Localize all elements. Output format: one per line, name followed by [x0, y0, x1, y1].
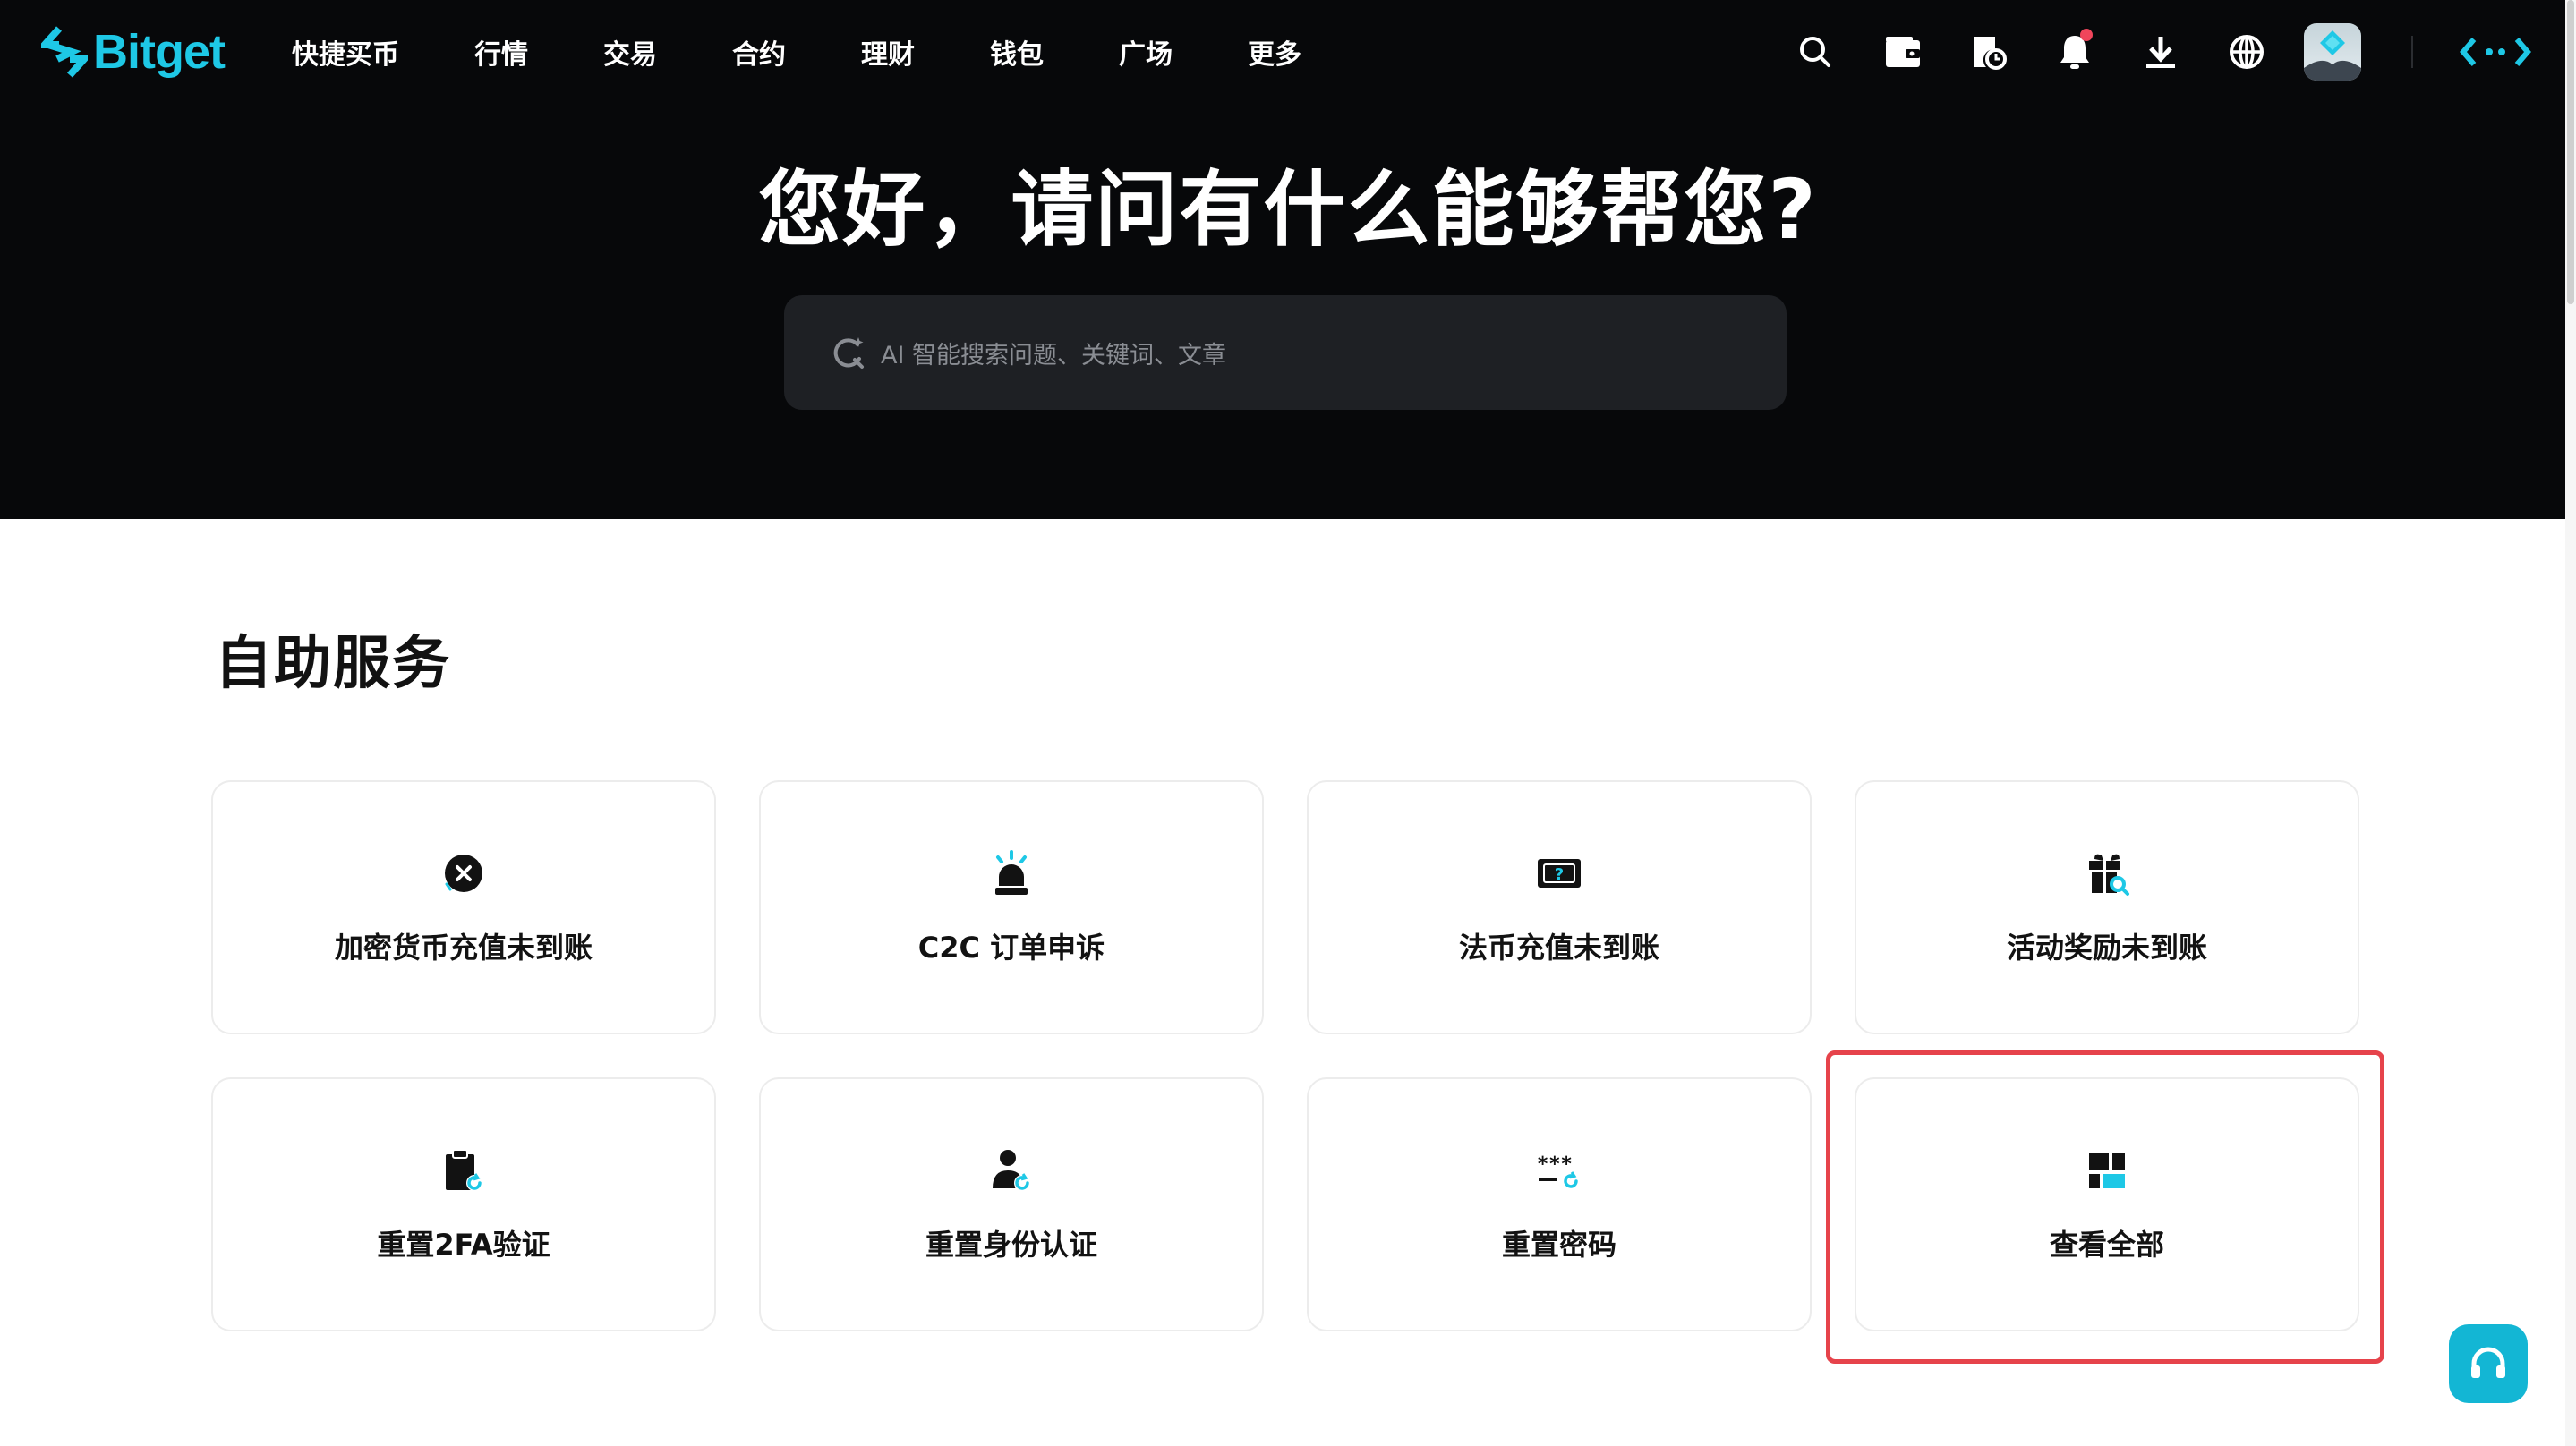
globe-icon[interactable] — [2222, 27, 2272, 77]
search-placeholder: AI 智能搜索问题、关键词、文章 — [881, 341, 1227, 370]
nav-item-wallet[interactable]: 钱包 — [990, 32, 1044, 72]
nav-item-earn[interactable]: 理财 — [861, 32, 915, 72]
card-label: 法币充值未到账 — [1458, 931, 1659, 965]
card-view-all[interactable]: 查看全部 — [1855, 1077, 2359, 1331]
card-label: 查看全部 — [2049, 1228, 2164, 1262]
card-reset-2fa[interactable]: 重置2FA验证 — [211, 1077, 716, 1331]
hero-section: Bitget 快捷买币 行情 交易 合约 理财 钱包 广场 更多 您好，请问有什… — [0, 0, 2576, 519]
card-crypto-deposit-missing[interactable]: 加密货币充值未到账 — [211, 780, 716, 1034]
brand-name: Bitget — [93, 25, 226, 79]
scrollbar-thumb[interactable] — [2567, 0, 2574, 304]
code-icon[interactable] — [2458, 27, 2533, 77]
password-refresh-icon: *** — [1309, 1145, 1810, 1195]
nav-item-trade[interactable]: 交易 — [603, 32, 657, 72]
bell-icon[interactable] — [2050, 27, 2100, 77]
avatar[interactable] — [2304, 23, 2361, 81]
nav-item-quick-buy[interactable]: 快捷买币 — [292, 32, 399, 72]
section-title-self-service: 自助服务 — [215, 631, 451, 697]
wallet-icon[interactable] — [1878, 27, 1928, 77]
top-navbar: Bitget 快捷买币 行情 交易 合约 理财 钱包 广场 更多 — [0, 0, 2576, 104]
headset-icon — [2471, 1347, 2505, 1378]
nav-divider — [2411, 36, 2413, 68]
close-circle-icon — [213, 848, 714, 898]
card-label: 重置身份认证 — [925, 1228, 1097, 1262]
gift-search-icon — [1856, 848, 2358, 898]
nav-item-square[interactable]: 广场 — [1119, 32, 1173, 72]
svg-text:***: *** — [1537, 1153, 1573, 1176]
person-refresh-icon — [761, 1145, 1262, 1195]
orders-icon[interactable] — [1964, 27, 2014, 77]
card-label: 重置2FA验证 — [377, 1228, 550, 1262]
nav-item-more[interactable]: 更多 — [1248, 32, 1301, 72]
main-nav: 快捷买币 行情 交易 合约 理财 钱包 广场 更多 — [292, 30, 1301, 73]
card-label: C2C 订单申诉 — [917, 931, 1105, 965]
notification-dot — [2080, 29, 2093, 41]
card-reward-missing[interactable]: 活动奖励未到账 — [1855, 780, 2359, 1034]
card-label: 活动奖励未到账 — [2006, 931, 2207, 965]
clipboard-refresh-icon — [213, 1145, 714, 1195]
nav-item-futures[interactable]: 合约 — [732, 32, 786, 72]
grid-icon — [1856, 1145, 2358, 1195]
card-label: 重置密码 — [1501, 1228, 1616, 1262]
card-reset-password[interactable]: *** 重置密码 — [1307, 1077, 1812, 1331]
card-fiat-deposit-missing[interactable]: ? 法币充值未到账 — [1307, 780, 1812, 1034]
hero-title: 您好，请问有什么能够帮您? — [758, 162, 1818, 258]
ai-search-icon — [833, 337, 864, 369]
bitget-logo-icon — [41, 26, 88, 78]
alarm-icon — [761, 848, 1262, 898]
cash-question-icon: ? — [1309, 848, 1810, 898]
card-reset-identity[interactable]: 重置身份认证 — [759, 1077, 1264, 1331]
nav-item-markets[interactable]: 行情 — [474, 32, 528, 72]
bitget-logo[interactable]: Bitget — [41, 21, 226, 82]
download-icon[interactable] — [2136, 27, 2186, 77]
svg-text:?: ? — [1555, 865, 1564, 884]
search-icon[interactable] — [1790, 27, 1840, 77]
search-input[interactable]: AI 智能搜索问题、关键词、文章 — [784, 295, 1787, 410]
customer-support-button[interactable] — [2449, 1324, 2528, 1403]
card-label: 加密货币充值未到账 — [334, 931, 593, 965]
card-c2c-appeal[interactable]: C2C 订单申诉 — [759, 780, 1264, 1034]
